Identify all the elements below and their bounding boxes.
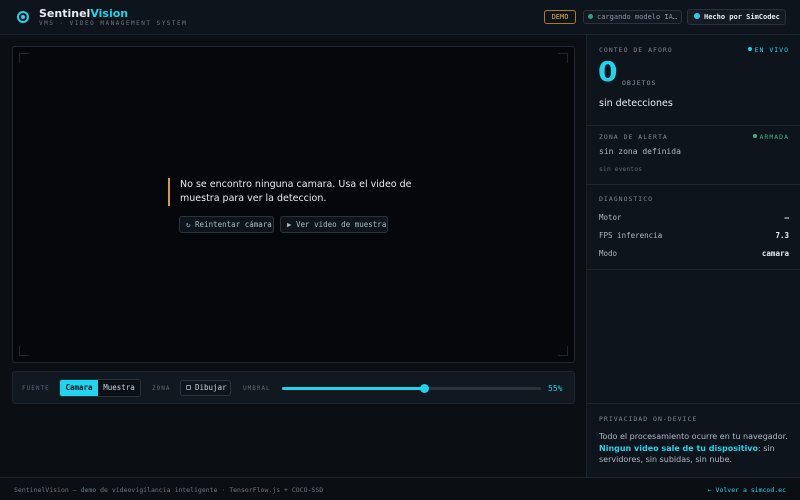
source-label: FUENTE (22, 385, 50, 392)
armed-label: ARMADA (759, 133, 789, 141)
frame-corner (19, 53, 29, 63)
diagnostic-row: Motor — (599, 213, 789, 222)
status-dot-icon (588, 13, 593, 19)
privacy-text-intro: Todo el procesamiento ocurre en tu naveg… (599, 432, 788, 441)
section-divider (587, 184, 800, 185)
threshold-slider-thumb[interactable] (420, 384, 430, 393)
source-camera-button[interactable]: Camara (60, 380, 98, 396)
armed-dot-icon (752, 134, 757, 138)
section-divider (587, 403, 800, 404)
armed-indicator: ARMADA (752, 133, 789, 141)
model-status-badge: cargando modelo IA… (583, 10, 682, 24)
diagnostic-label: Motor (599, 213, 622, 222)
object-count: 0 (598, 55, 618, 88)
live-label: EN VIVO (754, 46, 789, 54)
count-section: CONTEO DE AFORO EN VIVO 0 OBJETOS sin de… (587, 35, 800, 126)
diagnostic-label: FPS inferencia (599, 231, 663, 240)
live-dot-icon (747, 47, 752, 51)
diagnostic-value: 7.3 (775, 231, 789, 240)
draw-zone-button[interactable]: Dibujar (180, 380, 231, 396)
threshold-value: 55% (548, 384, 563, 393)
privacy-text: Todo el procesamiento ocurre en tu naveg… (599, 431, 789, 466)
camera-target-icon (17, 11, 29, 23)
privacy-highlight: Ningun video sale de tu dispositivo (599, 443, 759, 453)
model-status-text: cargando modelo IA… (597, 13, 678, 21)
draw-square-icon (186, 384, 191, 390)
app-subtitle: VMS · VIDEO MANAGEMENT SYSTEM (39, 20, 188, 27)
alert-zone-value: sin zona definida (599, 147, 681, 156)
app-header: SentinelVision VMS · VIDEO MANAGEMENT SY… (0, 0, 800, 35)
threshold-label: UMBRAL (243, 385, 271, 392)
diagnostic-label: Modo (599, 249, 618, 258)
alert-title: ZONA DE ALERTA (599, 133, 668, 141)
demo-badge: DEMO (544, 10, 576, 24)
alert-events: sin eventos (599, 165, 643, 173)
brand-main: Sentinel (39, 7, 91, 20)
brand-dot-icon (694, 13, 700, 19)
diagnostic-row: FPS inferencia 7.3 (599, 231, 789, 240)
frame-corner (558, 53, 568, 63)
frame-corner (558, 346, 568, 356)
count-title: CONTEO DE AFORO (599, 46, 673, 54)
retry-camera-button[interactable]: ↻ Reintentar cámara (179, 216, 274, 233)
diagnostics-title: DIAGNOSTICO (599, 195, 654, 203)
detection-status: sin detecciones (599, 98, 673, 109)
made-by-label: Hecho por SimCodec (704, 13, 780, 21)
zone-label: ZONA (152, 385, 171, 392)
no-camera-message: No se encontro ninguna camara. Usa el vi… (168, 178, 418, 206)
privacy-title: PRIVACIDAD ON-DEVICE (599, 415, 698, 423)
made-by-link[interactable]: Hecho por SimCodec (687, 9, 786, 25)
source-sample-button[interactable]: Muestra (98, 380, 140, 396)
threshold-slider-fill (282, 387, 425, 390)
side-panel: CONTEO DE AFORO EN VIVO 0 OBJETOS sin de… (586, 35, 800, 477)
sample-video-button[interactable]: ▶ Ver video de muestra (280, 216, 388, 233)
diagnostic-row: Modo camara (599, 249, 789, 258)
threshold-slider[interactable] (282, 384, 541, 393)
draw-zone-label: Dibujar (195, 383, 227, 392)
source-toggle: Camara Muestra (59, 379, 141, 397)
diagnostic-value: — (784, 213, 789, 222)
frame-corner (19, 346, 29, 356)
app-title: SentinelVision (39, 7, 128, 20)
app-footer: SentinelVision — demo de videovigilancia… (0, 477, 800, 500)
video-viewport: No se encontro ninguna camara. Usa el vi… (12, 46, 575, 363)
brand-accent: Vision (90, 7, 129, 20)
object-count-unit: OBJETOS (622, 79, 657, 87)
footer-caption: SentinelVision — demo de videovigilancia… (14, 486, 324, 494)
back-link[interactable]: ← Volver a simcod.ec (708, 486, 786, 494)
section-divider (587, 269, 800, 270)
live-indicator: EN VIVO (747, 46, 789, 54)
diagnostic-value: camara (761, 249, 789, 258)
controls-bar: FUENTE Camara Muestra ZONA Dibujar UMBRA… (12, 371, 575, 404)
